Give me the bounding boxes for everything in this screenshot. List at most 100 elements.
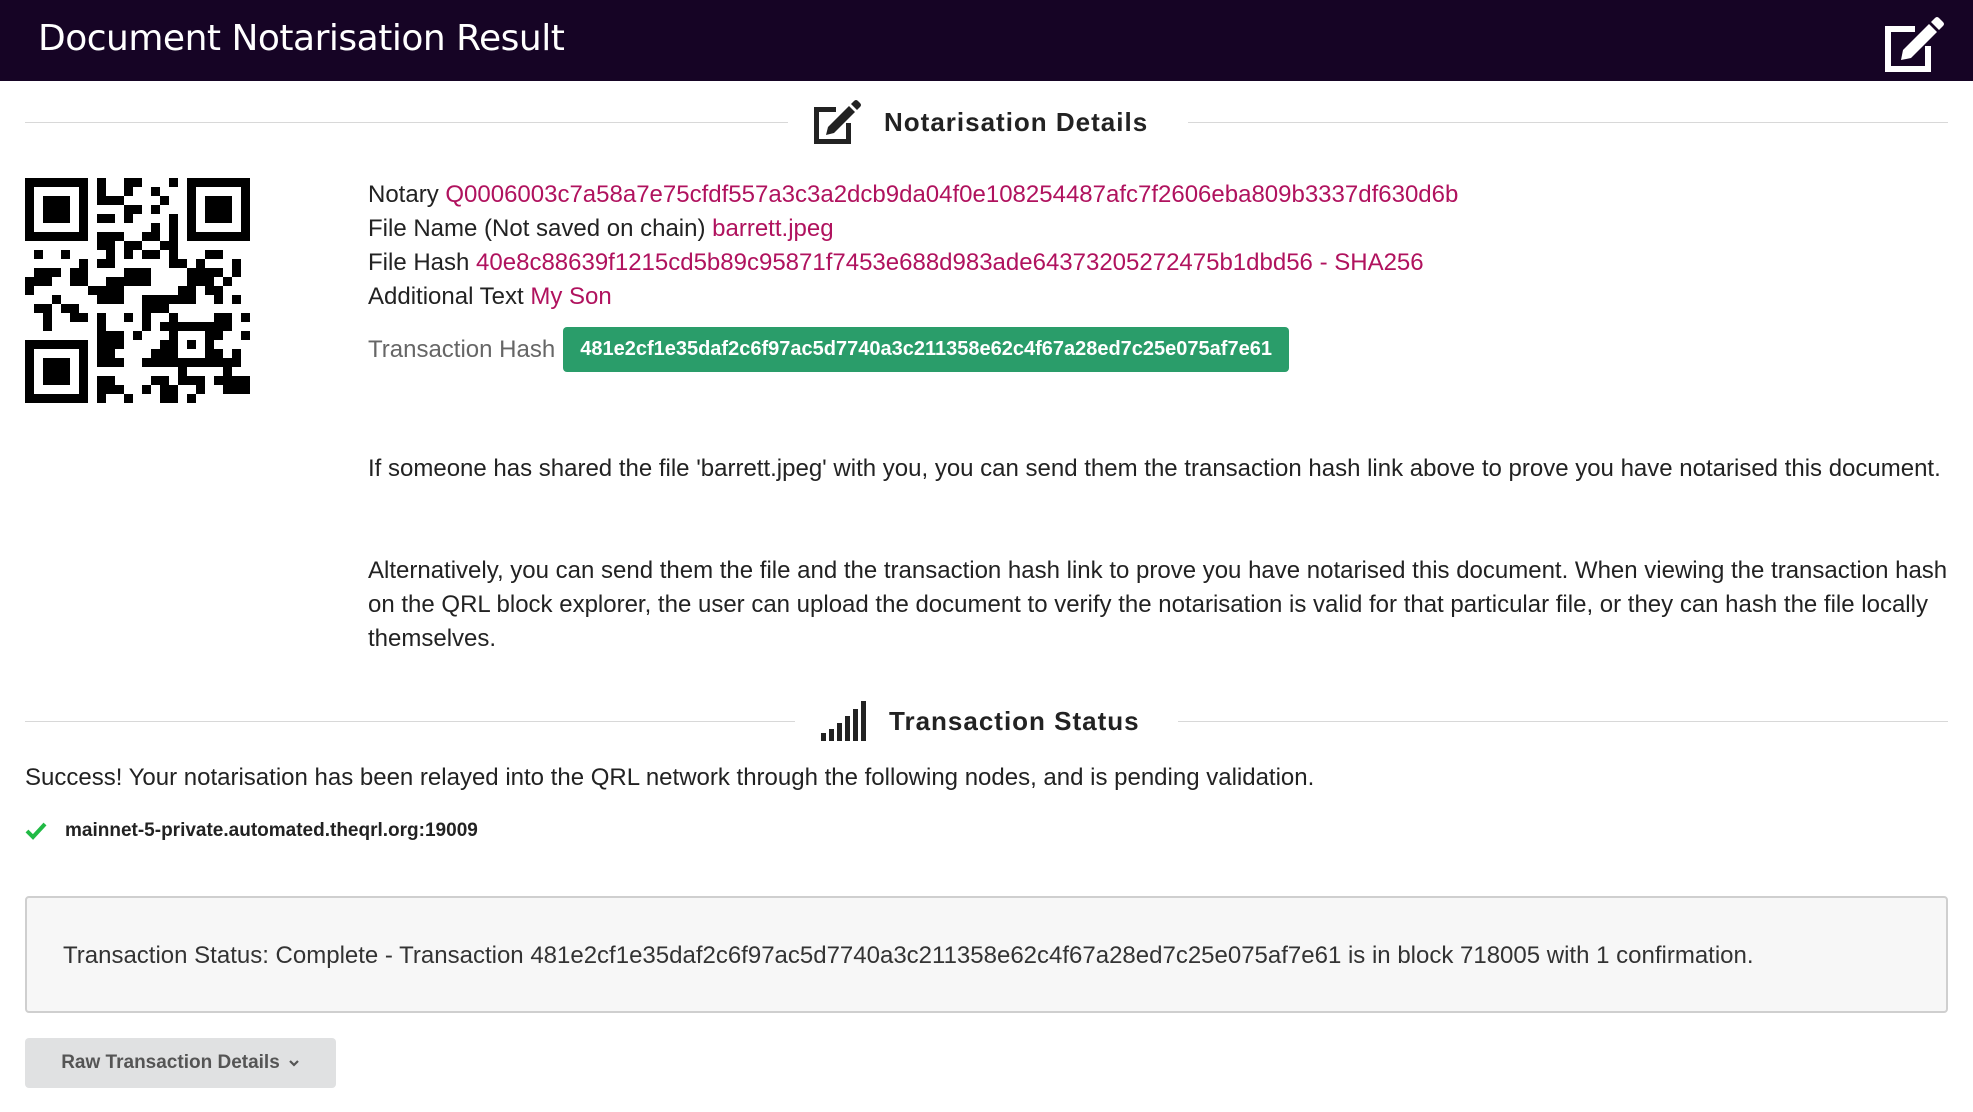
qr-module <box>34 304 43 313</box>
qr-module <box>187 340 196 349</box>
transaction-hash-label: Transaction Hash <box>368 335 556 363</box>
qr-module <box>142 277 151 286</box>
qr-module <box>115 277 124 286</box>
qr-module <box>43 313 52 322</box>
qr-module <box>106 196 115 205</box>
qr-module <box>43 214 52 223</box>
qr-module <box>79 214 88 223</box>
notarisation-details-header: Notarisation Details <box>25 96 1948 148</box>
qr-module <box>97 322 106 331</box>
qr-module <box>160 295 169 304</box>
qr-module <box>97 187 106 196</box>
qr-module <box>169 214 178 223</box>
qr-module <box>223 358 232 367</box>
qr-module <box>25 385 34 394</box>
page-title: Document Notarisation Result <box>38 18 565 59</box>
qr-module <box>43 367 52 376</box>
qr-module <box>178 358 187 367</box>
qr-module <box>205 340 214 349</box>
qr-module <box>187 223 196 232</box>
qr-module <box>232 268 241 277</box>
qr-module <box>25 367 34 376</box>
qr-module <box>115 340 124 349</box>
qr-module <box>241 187 250 196</box>
qr-module <box>43 304 52 313</box>
qr-module <box>133 268 142 277</box>
qr-module <box>124 214 133 223</box>
qr-module <box>124 268 133 277</box>
qr-module <box>151 205 160 214</box>
qr-module <box>106 295 115 304</box>
edit-icon[interactable] <box>1881 16 1945 74</box>
qr-module <box>115 286 124 295</box>
qr-module <box>241 376 250 385</box>
qr-module <box>187 187 196 196</box>
transaction-status-box: Transaction Status: Complete - Transacti… <box>25 896 1948 1013</box>
qr-module <box>70 340 79 349</box>
qr-module <box>106 277 115 286</box>
qr-module <box>133 178 142 187</box>
qr-module <box>43 277 52 286</box>
qr-module <box>169 385 178 394</box>
qr-module <box>160 376 169 385</box>
notarisation-details: Notary Q0006003c7a58a7e75cfdf557a3c3a2dc… <box>368 178 1458 314</box>
qr-module <box>97 232 106 241</box>
qr-module <box>133 277 142 286</box>
qr-module <box>106 241 115 250</box>
raw-transaction-details-button[interactable]: Raw Transaction Details <box>25 1038 336 1088</box>
qr-module <box>232 232 241 241</box>
qr-module <box>43 394 52 403</box>
qr-module <box>223 277 232 286</box>
qr-module <box>79 385 88 394</box>
qr-module <box>115 385 124 394</box>
qr-module <box>214 250 223 259</box>
edit-icon <box>814 100 861 144</box>
notary-address[interactable]: Q0006003c7a58a7e75cfdf557a3c3a2dcb9da04f… <box>445 181 1458 208</box>
qr-module <box>43 358 52 367</box>
qr-module <box>70 394 79 403</box>
qr-module <box>97 394 106 403</box>
qr-module <box>169 322 178 331</box>
qr-module <box>61 205 70 214</box>
qr-module <box>196 322 205 331</box>
qr-module <box>187 286 196 295</box>
qr-module <box>106 286 115 295</box>
qr-module <box>232 376 241 385</box>
qr-module <box>232 385 241 394</box>
qr-module <box>124 205 133 214</box>
qr-module <box>106 358 115 367</box>
qr-module <box>97 349 106 358</box>
checkmark-icon <box>25 822 47 840</box>
qr-module <box>223 232 232 241</box>
qr-module <box>196 277 205 286</box>
qr-module <box>79 259 88 268</box>
qr-module <box>97 358 106 367</box>
qr-module <box>169 349 178 358</box>
qr-module <box>52 196 61 205</box>
qr-module <box>115 358 124 367</box>
qr-module <box>79 340 88 349</box>
transaction-status-text: Transaction Status: Complete - Transacti… <box>63 942 1754 969</box>
qr-module <box>97 259 106 268</box>
qr-module <box>61 232 70 241</box>
qr-module <box>151 232 160 241</box>
qr-module <box>79 223 88 232</box>
qr-module <box>223 385 232 394</box>
qr-module <box>169 295 178 304</box>
qr-module <box>124 250 133 259</box>
qr-module <box>169 259 178 268</box>
qr-module <box>142 304 151 313</box>
transaction-status-header: Transaction Status <box>25 695 1948 747</box>
qr-module <box>223 322 232 331</box>
additional-text-row: Additional Text My Son <box>368 280 1458 314</box>
qr-module <box>43 268 52 277</box>
qr-module <box>25 205 34 214</box>
qr-module <box>241 196 250 205</box>
chevron-down-icon <box>289 1060 299 1067</box>
signal-bars-icon <box>821 701 866 741</box>
qr-module <box>142 322 151 331</box>
qr-module <box>52 340 61 349</box>
qr-module <box>70 268 79 277</box>
transaction-hash-link[interactable]: 481e2cf1e35daf2c6f97ac5d7740a3c211358e62… <box>563 327 1289 372</box>
qr-module <box>196 358 205 367</box>
